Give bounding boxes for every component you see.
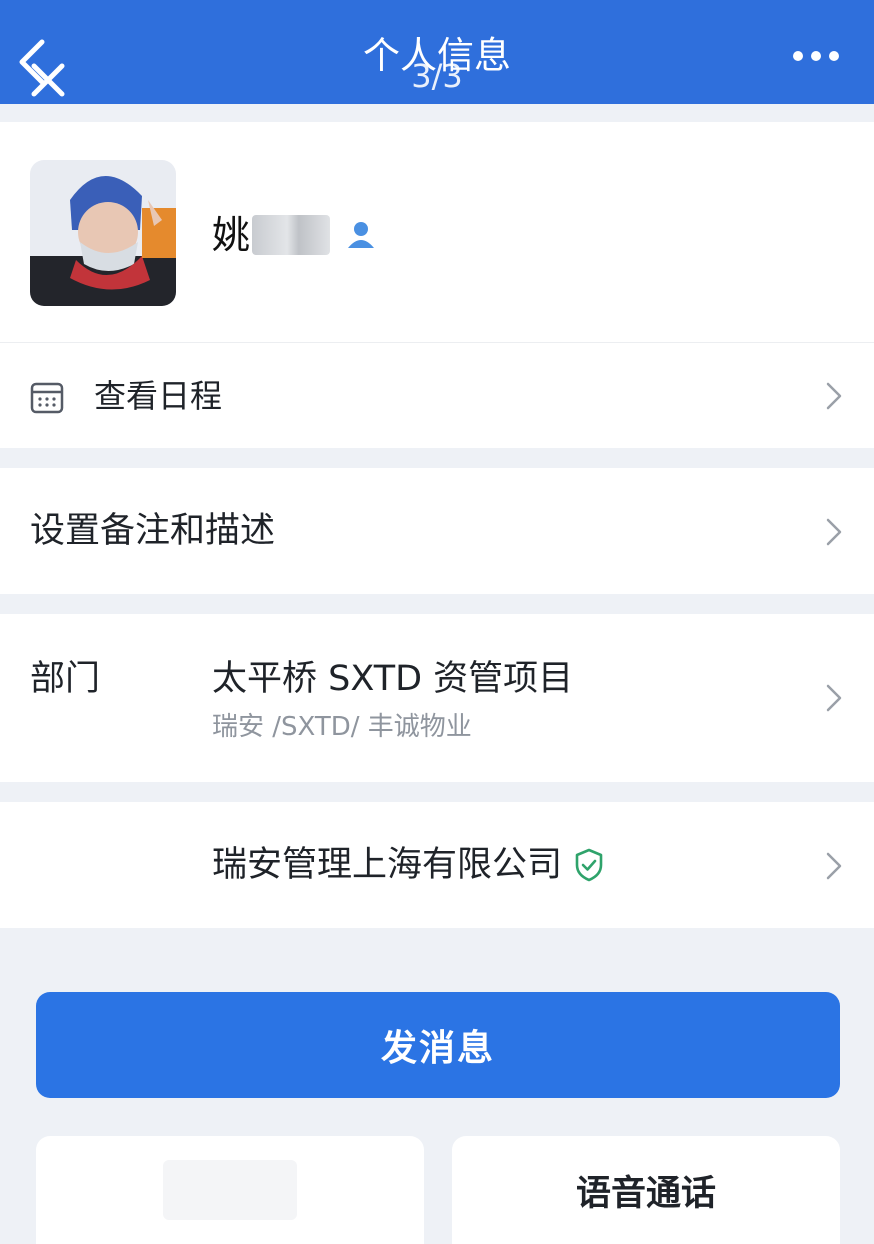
view-schedule-row[interactable]: 查看日程 (0, 344, 874, 448)
department-label: 部门 (30, 659, 101, 699)
company-name-wrap: 瑞安管理上海有限公司 (212, 842, 604, 888)
person-icon (348, 222, 375, 248)
set-remark-row[interactable]: 设置备注和描述 (0, 468, 874, 594)
view-schedule-label: 查看日程 (94, 377, 223, 415)
name-row: 姚 (212, 210, 378, 260)
name-redacted-blur (252, 215, 331, 255)
divider (0, 342, 874, 343)
department-value: 太平桥 SXTD 资管项目 (212, 659, 574, 699)
more-options-icon[interactable] (792, 46, 840, 66)
chevron-right-icon (826, 518, 842, 546)
send-message-button[interactable]: 发消息 (36, 992, 840, 1098)
department-path: 瑞安 /SXTD/ 丰诚物业 (212, 712, 472, 742)
top-bar: 个人信息 3/3 (0, 0, 874, 104)
voice-call-button[interactable]: 语音通话 (452, 1136, 840, 1244)
set-remark-label: 设置备注和描述 (30, 511, 276, 551)
chevron-right-icon (826, 852, 842, 880)
video-call-button[interactable] (36, 1136, 424, 1244)
contact-name: 姚 (212, 213, 251, 257)
calendar-icon (30, 382, 64, 414)
chevron-right-icon (826, 684, 842, 712)
department-row[interactable]: 部门 太平桥 SXTD 资管项目 瑞安 /SXTD/ 丰诚物业 (0, 614, 874, 782)
company-row[interactable]: 瑞安管理上海有限公司 (0, 802, 874, 928)
avatar[interactable] (30, 160, 176, 306)
shield-check-icon (575, 848, 603, 882)
page-indicator: 3/3 (411, 57, 463, 95)
profile-card: 姚 查看日程 (0, 122, 874, 448)
chevron-right-icon (826, 382, 842, 410)
redacted-label (163, 1160, 297, 1220)
company-name: 瑞安管理上海有限公司 (212, 845, 563, 885)
